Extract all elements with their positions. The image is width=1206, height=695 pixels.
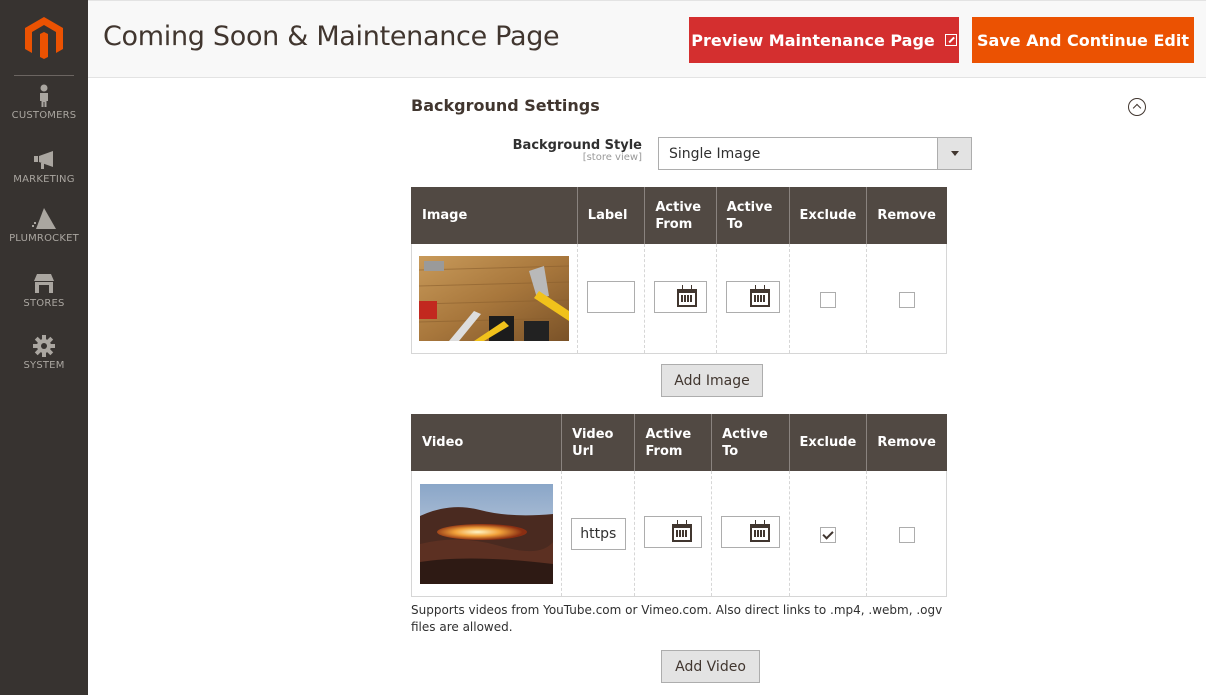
field-scope: [store view] xyxy=(582,152,642,163)
column-header: Exclude xyxy=(789,187,868,244)
section-title: Background Settings xyxy=(411,96,600,115)
sidebar-item-marketing[interactable]: MARKETING xyxy=(0,148,88,185)
exclude-cell xyxy=(789,470,868,597)
collapse-section-icon[interactable] xyxy=(1128,98,1146,116)
page-header: Coming Soon & Maintenance Page Preview M… xyxy=(88,0,1206,78)
video-cell xyxy=(411,470,563,597)
video-url-input[interactable]: https xyxy=(570,517,626,550)
sidebar-item-label: STORES xyxy=(23,298,65,309)
logo-divider xyxy=(14,75,74,76)
remove-cell xyxy=(866,470,947,597)
calendar-icon[interactable] xyxy=(749,284,770,307)
remove-cell xyxy=(866,243,947,354)
table-header-row: Video Video Url Active From Active To Ex… xyxy=(411,414,947,471)
page-title: Coming Soon & Maintenance Page xyxy=(103,21,560,52)
tools-image-thumbnail xyxy=(419,256,570,341)
preview-button-label: Preview Maintenance Page xyxy=(691,30,935,50)
image-cell xyxy=(411,243,578,354)
column-header: Remove xyxy=(866,187,947,244)
active-to-cell xyxy=(711,470,790,597)
megaphone-icon xyxy=(34,151,53,169)
image-exclude-checkbox[interactable] xyxy=(819,291,836,308)
sidebar-item-stores[interactable]: STORES xyxy=(0,272,88,309)
active-from-cell xyxy=(634,470,713,597)
video-remove-checkbox[interactable] xyxy=(898,526,915,543)
exclude-cell xyxy=(789,243,868,354)
image-active-to-input[interactable] xyxy=(725,280,780,313)
video-url-cell: https xyxy=(561,470,636,597)
label-cell xyxy=(577,243,646,354)
preview-maintenance-page-button[interactable]: Preview Maintenance Page xyxy=(689,17,959,63)
column-header: Video Url xyxy=(561,414,636,471)
arch-video-thumbnail xyxy=(420,483,554,584)
sidebar-item-label: MARKETING xyxy=(13,174,75,185)
table-row: https xyxy=(411,470,947,597)
table-row xyxy=(411,243,947,354)
sidebar-item-system[interactable]: SYSTEM xyxy=(0,334,88,371)
table-header-row: Image Label Active From Active To Exclud… xyxy=(411,187,947,244)
customer-icon xyxy=(40,84,48,107)
image-remove-checkbox[interactable] xyxy=(898,291,915,308)
column-header: Active From xyxy=(634,414,713,471)
pyramid-icon xyxy=(32,208,56,229)
column-header: Remove xyxy=(866,414,947,471)
select-value: Single Image xyxy=(669,146,761,162)
field-label: Background Style xyxy=(512,138,642,153)
image-table: Image Label Active From Active To Exclud… xyxy=(411,187,947,354)
calendar-icon[interactable] xyxy=(677,284,698,307)
add-video-button[interactable]: Add Video xyxy=(661,650,760,683)
video-support-note: Supports videos from YouTube.com or Vime… xyxy=(411,603,943,634)
video-active-from-input[interactable] xyxy=(644,515,703,548)
calendar-icon[interactable] xyxy=(749,519,770,542)
active-from-cell xyxy=(644,243,717,354)
storefront-icon xyxy=(34,274,54,293)
sidebar-item-customers[interactable]: CUSTOMERS xyxy=(0,84,88,121)
image-active-from-input[interactable] xyxy=(654,280,708,313)
column-header: Exclude xyxy=(789,414,868,471)
image-label-input[interactable] xyxy=(587,280,636,313)
column-header: Active From xyxy=(644,187,717,244)
column-header: Active To xyxy=(716,187,790,244)
background-style-select[interactable]: Single Image xyxy=(658,137,972,170)
add-image-button[interactable]: Add Image xyxy=(661,364,763,397)
sidebar-item-label: PLUMROCKET xyxy=(9,233,79,244)
gear-icon xyxy=(33,335,55,357)
video-exclude-checkbox[interactable] xyxy=(819,526,836,543)
sidebar-item-plumrocket[interactable]: PLUMROCKET xyxy=(0,207,88,244)
background-style-label: Background Style [store view] xyxy=(513,138,642,163)
sidebar-item-label: CUSTOMERS xyxy=(11,110,77,121)
sidebar-item-label: SYSTEM xyxy=(23,360,65,371)
active-to-cell xyxy=(716,243,790,354)
column-header: Image xyxy=(411,187,578,244)
chevron-down-icon xyxy=(937,138,971,169)
admin-sidebar: CUSTOMERS MARKETING PLUMROCKET STORES SY… xyxy=(0,0,88,695)
video-active-to-input[interactable] xyxy=(720,515,780,548)
video-table: Video Video Url Active From Active To Ex… xyxy=(411,414,947,597)
calendar-icon[interactable] xyxy=(672,519,693,542)
save-and-continue-button[interactable]: Save And Continue Edit xyxy=(972,17,1194,63)
column-header: Active To xyxy=(711,414,790,471)
column-header: Video xyxy=(411,414,563,471)
magento-logo-icon[interactable] xyxy=(25,17,63,59)
column-header: Label xyxy=(577,187,646,244)
external-link-icon xyxy=(944,34,957,46)
